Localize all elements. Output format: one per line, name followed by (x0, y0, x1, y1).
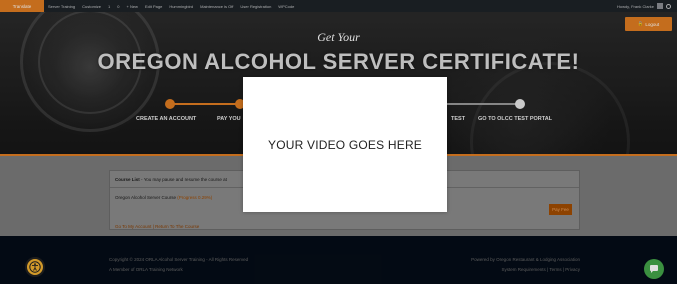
step-label-pay: PAY YOU (217, 116, 241, 122)
accessibility-button[interactable] (25, 257, 45, 277)
video-modal[interactable]: YOUR VIDEO GOES HERE (243, 77, 447, 212)
footer-powered: Powered by Oregon Restaurant & Lodging A… (471, 257, 580, 262)
admin-item-user-registration[interactable]: User Registration (240, 4, 271, 9)
admin-item-updates[interactable]: 1 (108, 4, 110, 9)
translate-button[interactable]: Translate (0, 0, 44, 12)
admin-item-edit-page[interactable]: Edit Page (145, 4, 162, 9)
course-progress: (Progress 0.29%) (177, 195, 213, 200)
step-dot-1 (165, 99, 175, 109)
step-label-test: TEST (451, 116, 466, 122)
course-list-note: - You may pause and resume the course at (141, 176, 227, 182)
course-name[interactable]: Oregon Alcohol Server Course (115, 195, 176, 200)
footer-powered-block: Powered by Oregon Restaurant & Lodging A… (471, 255, 580, 275)
footer-copyright: Copyright © 2024 ORLA Alcohol Server Tra… (109, 257, 249, 262)
hero-subtitle: Get Your (317, 30, 360, 44)
howdy-text: Howdy, Frank Clarke (616, 3, 654, 9)
go-to-account-link[interactable]: Go To My Account (115, 224, 151, 229)
admin-item-wpcode[interactable]: WPCode (278, 4, 294, 9)
admin-item-new[interactable]: + New (127, 4, 138, 9)
admin-item-maintenance[interactable]: Maintenance is Off (200, 4, 233, 9)
step-dot-5 (515, 99, 525, 109)
logout-button[interactable]: 🔒 Logout (625, 17, 672, 31)
panel-links: Go To My Account | Return To The Course (115, 224, 199, 229)
course-row: Oregon Alcohol Server Course (Progress 0… (115, 195, 212, 200)
admin-item-hummingbird[interactable]: Hummingbird (169, 4, 193, 9)
admin-item-comments[interactable]: 0 (117, 4, 119, 9)
lock-icon: 🔒 (637, 21, 644, 26)
return-to-course-link[interactable]: Return To The Course (155, 224, 199, 229)
avatar[interactable] (657, 3, 663, 9)
chat-icon (650, 265, 658, 273)
search-icon[interactable] (666, 3, 671, 9)
admin-item-customize[interactable]: Customize (82, 4, 101, 9)
course-list-title: Course List (115, 176, 140, 182)
hero-title: OREGON ALCOHOL SERVER CERTIFICATE! (97, 49, 580, 74)
admin-bar: Translate Server Training Customize 1 0 … (0, 0, 677, 12)
admin-item-site[interactable]: Server Training (48, 4, 75, 9)
accessibility-icon (29, 261, 41, 273)
admin-bar-items: Server Training Customize 1 0 + New Edit… (44, 4, 294, 9)
footer: Copyright © 2024 ORLA Alcohol Server Tra… (0, 236, 677, 284)
footer-copyright-block: Copyright © 2024 ORLA Alcohol Server Tra… (109, 255, 248, 275)
footer-member: A Member of ORLA Training Network (109, 267, 183, 272)
progress-fill (170, 103, 240, 105)
footer-links[interactable]: System Requirements | Terms | Privacy (471, 265, 580, 275)
logout-label: Logout (645, 21, 660, 27)
step-label-create-account: CREATE AN ACCOUNT (136, 116, 197, 122)
admin-bar-account[interactable]: Howdy, Frank Clarke (617, 3, 677, 9)
video-placeholder-text: YOUR VIDEO GOES HERE (267, 137, 423, 152)
step-label-olcc-portal[interactable]: GO TO OLCC TEST PORTAL (478, 116, 552, 122)
decorative-ring-right (470, 62, 630, 154)
chat-button[interactable] (644, 259, 664, 279)
pay-fee-button[interactable]: Pay Fee (549, 204, 572, 215)
